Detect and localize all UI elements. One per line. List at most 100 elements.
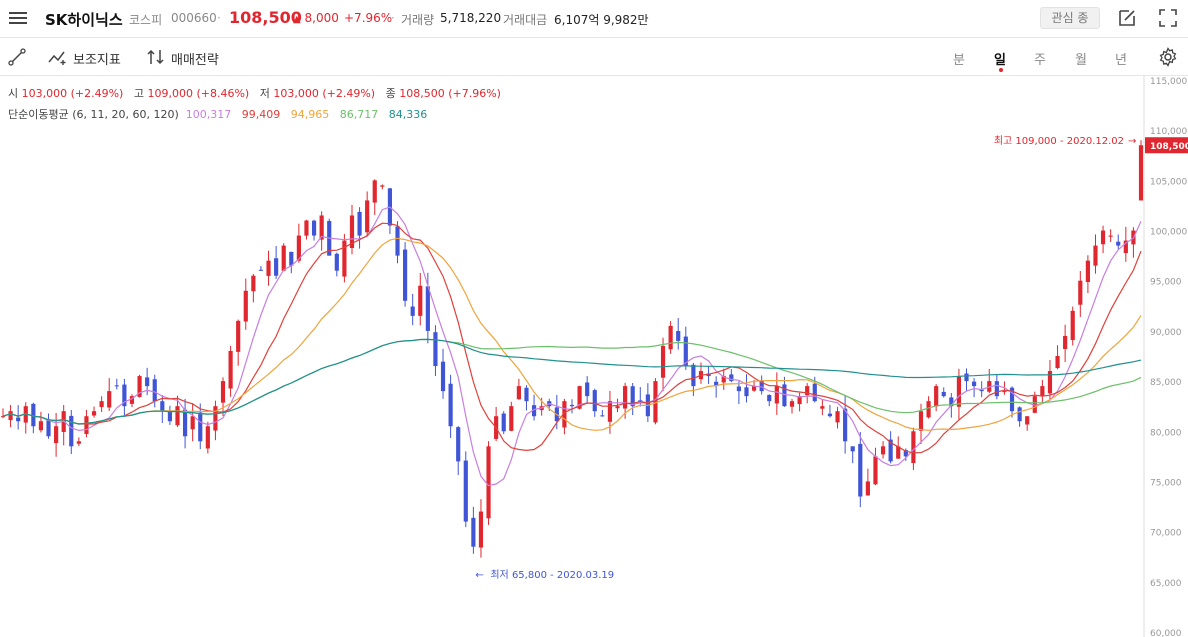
y-axis-tick-label: 110,000 [1150, 127, 1187, 137]
candle-body [251, 275, 256, 292]
period-day-tab[interactable]: 일 [994, 49, 1006, 68]
menu-icon[interactable] [8, 9, 28, 27]
candle-body [691, 364, 696, 387]
candle-body [99, 401, 104, 408]
period-week-tab[interactable]: 주 [1034, 49, 1046, 68]
y-axis-tick-label: 70,000 [1150, 529, 1182, 539]
candle-body [994, 381, 999, 397]
candle-body [38, 421, 44, 431]
candle-body [835, 411, 840, 423]
y-axis-tick-label: 80,000 [1150, 428, 1182, 438]
candle-body [850, 446, 855, 452]
candle-body [1093, 245, 1098, 266]
favorite-button[interactable]: 관심 종 [1040, 7, 1100, 29]
candle-body [964, 373, 969, 382]
candlestick-chart[interactable]: 115,000 110,000 105,000 100,000 95,000 90,000… [0, 76, 1188, 637]
volume-value: 5,718,220 [440, 11, 502, 25]
candle-body [76, 441, 81, 444]
candle-body [623, 386, 628, 409]
high-annotation: 최고 109,000 - 2020.12.02 [994, 135, 1124, 147]
candle-body [926, 401, 931, 418]
candle-body [403, 249, 408, 301]
candle-body [607, 401, 613, 422]
candle-body [1025, 416, 1030, 425]
candle-body [220, 381, 226, 403]
settings-gear-icon[interactable] [1158, 47, 1178, 71]
candle-body [84, 416, 89, 434]
period-year-tab[interactable]: 년 [1115, 49, 1127, 68]
candle-body [918, 411, 924, 431]
candle-body [205, 426, 210, 449]
separator-dot: · [391, 11, 395, 25]
candle-body [1108, 235, 1113, 237]
candle-body [934, 386, 939, 407]
candle-body [228, 350, 233, 389]
candle-body [433, 332, 438, 367]
period-month-tab[interactable]: 월 [1075, 49, 1087, 68]
y-axis-tick-label: 115,000 [1150, 77, 1187, 87]
price-change-pct: +7.96% [344, 11, 393, 25]
candle-body [767, 394, 772, 402]
amount-label: 거래대금 [503, 13, 548, 27]
edit-icon[interactable] [1117, 8, 1137, 32]
candle-body [243, 290, 248, 322]
candle-body [114, 385, 119, 387]
candle-body [1100, 230, 1106, 245]
y-axis-tick-label: 95,000 [1150, 278, 1182, 288]
candle-body [486, 446, 491, 519]
current-price: 108,500 [229, 8, 302, 27]
candle-body [311, 220, 317, 236]
strategy-button[interactable]: 매매전략 [171, 49, 219, 68]
candle-body [463, 460, 468, 522]
candle-body [812, 383, 817, 402]
candle-body [425, 286, 430, 331]
candle-body [357, 211, 362, 236]
candle-body [1116, 241, 1121, 246]
candle-body [54, 426, 59, 444]
candle-body [236, 320, 241, 352]
fullscreen-icon[interactable] [1158, 8, 1178, 32]
candle-body [304, 220, 309, 236]
candle-body [418, 285, 423, 316]
candle-body [827, 413, 833, 417]
candle-body [941, 391, 946, 397]
moving-average-line [2, 206, 1142, 487]
candle-body [16, 417, 21, 422]
active-period-indicator [999, 68, 1003, 72]
candle-body [501, 413, 506, 432]
candle-body [372, 180, 377, 203]
candle-body [873, 456, 878, 485]
up-arrow-icon: ▲ [293, 14, 301, 25]
candle-body [972, 381, 977, 387]
candle-body [471, 517, 476, 547]
y-axis-tick-label: 100,000 [1150, 228, 1187, 238]
strategy-icon[interactable] [146, 48, 166, 70]
candle-body [1063, 335, 1068, 349]
candle-body [410, 306, 415, 316]
candle-body [1017, 407, 1022, 422]
candle-body [660, 345, 666, 378]
candle-body [865, 481, 870, 496]
candle-body [524, 387, 529, 402]
indicator-icon[interactable] [48, 48, 68, 70]
candle-body [1078, 280, 1083, 305]
candle-body [858, 443, 863, 497]
candle-body [46, 420, 51, 437]
candle-body [91, 411, 97, 416]
candle-body [592, 390, 597, 412]
candle-body [736, 386, 741, 392]
period-minute-tab[interactable]: 분 [953, 49, 965, 68]
candle-body [395, 226, 400, 256]
candle-body [956, 376, 962, 407]
price-chart[interactable]: 시 103,000 (+2.49%) 고 109,000 (+8.46%) 저 … [0, 76, 1188, 637]
candle-body [182, 409, 188, 437]
drawing-tool-icon[interactable] [8, 48, 26, 70]
candle-body [774, 386, 779, 404]
chart-toolbar: 보조지표 매매전략 분 일 주 월 년 [0, 39, 1188, 76]
indicator-button[interactable]: 보조지표 [73, 49, 121, 68]
right-arrow-icon: → [1128, 136, 1136, 147]
candle-body [145, 377, 150, 387]
candle-body [107, 391, 112, 408]
candle-body [1002, 391, 1007, 393]
candle-body [516, 386, 521, 400]
